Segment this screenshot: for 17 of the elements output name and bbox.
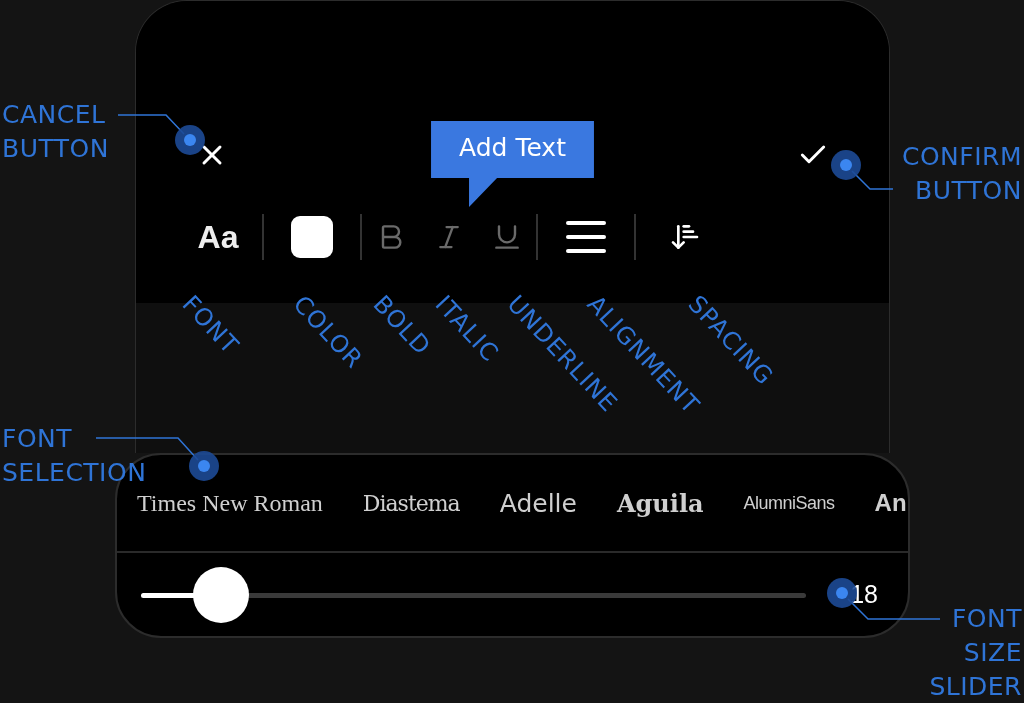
- font-option[interactable]: An: [874, 489, 907, 517]
- font-option[interactable]: Diastema: [362, 490, 460, 516]
- font-button[interactable]: Aa: [174, 218, 262, 256]
- callout-label: FONT SIZE SLIDER: [929, 603, 1022, 703]
- add-text-tooltip: Add Text: [431, 121, 594, 207]
- callout-dot: [189, 451, 219, 481]
- callout-dot: [175, 125, 205, 155]
- callout-dot: [831, 150, 861, 180]
- font-option[interactable]: Adelle: [499, 488, 577, 518]
- font-option[interactable]: AlumniSans: [743, 492, 835, 514]
- font-option[interactable]: Times New Roman: [137, 489, 323, 517]
- callout-label: FONT SELECTION: [2, 423, 147, 489]
- font-option[interactable]: Aguila: [616, 488, 704, 518]
- font-size-slider[interactable]: [141, 566, 807, 623]
- callout-label: CANCEL BUTTON: [2, 99, 109, 165]
- font-size-value: 18: [850, 580, 878, 609]
- callout-label: CONFIRM BUTTON: [901, 141, 1022, 207]
